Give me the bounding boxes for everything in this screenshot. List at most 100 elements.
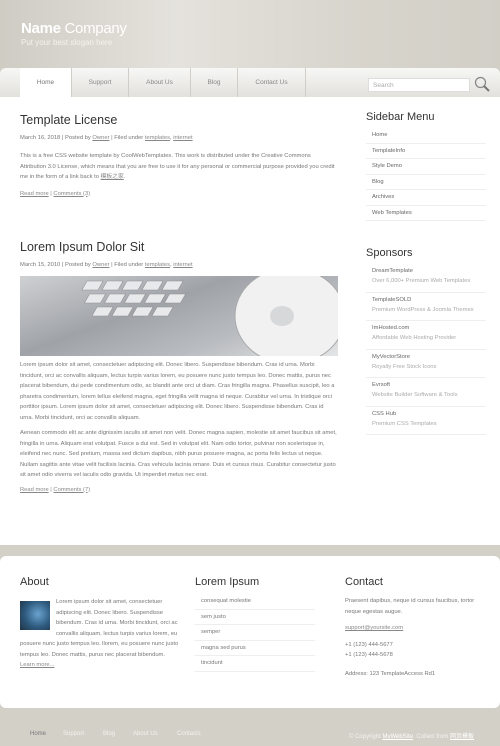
read-more-link[interactable]: Read more — [20, 487, 49, 493]
sponsor-desc: Website Builder Software & Tools — [372, 392, 458, 398]
post-meta: March 16, 2018 | Posted by Owner | Filed… — [20, 135, 193, 141]
category-link[interactable]: internet — [173, 135, 192, 141]
about-widget: About Lorem ipsum dolor sit amet, consec… — [20, 576, 180, 671]
lorem-list-item[interactable]: semper — [195, 625, 315, 641]
sponsor-desc: Royalty Free Stock Icons — [372, 363, 437, 370]
category-link[interactable]: internet — [173, 262, 192, 268]
contact-phone: +1 (123) 444-5677 — [345, 641, 393, 648]
slogan: Put your best slogan here — [21, 38, 113, 47]
learn-more-link[interactable]: Learn more... — [20, 662, 54, 668]
post-date: March 16, 2018 — [20, 135, 61, 141]
main-nav: Home Support About Us Blog Contact Us Se… — [0, 68, 500, 97]
site-link[interactable]: MyWebSite — [382, 734, 413, 740]
lorem-list-item[interactable]: magna sed purus — [195, 641, 315, 656]
post-meta: March 15, 2010 | Posted by Owner | Filed… — [20, 262, 193, 268]
lorem-title: Lorem Ipsum — [195, 576, 260, 588]
logo-bold: Name — [21, 20, 61, 37]
nav-home[interactable]: Home — [20, 68, 72, 97]
comments-link[interactable]: Comments (3) — [53, 191, 90, 197]
sponsor-desc: Affordable Web Hosting Provider — [372, 335, 457, 341]
comments-link[interactable]: Comments (7) — [53, 487, 90, 493]
sponsor-desc: Premium WordPress & Joomla Themes — [372, 306, 474, 313]
post-paragraph: Aenean commodo elit ac ante dignissim ia… — [20, 430, 337, 478]
post-body: This is a free CSS website template by C… — [20, 151, 338, 183]
contact-address: Address: 123 TemplateAccess Rd1 — [345, 670, 436, 677]
content-area: Template License March 16, 2018 | Posted… — [0, 97, 500, 545]
author-link[interactable]: Owner — [92, 262, 109, 268]
post-date: March 15, 2010 — [20, 262, 61, 268]
sidebar-item-web-templates[interactable]: Web Templates — [366, 206, 486, 221]
sponsor-desc: Over 6,000+ Premium Web Templates — [372, 278, 471, 284]
lorem-list-item[interactable]: tincidunt — [195, 656, 315, 672]
author-link[interactable]: Owner — [92, 135, 109, 141]
search-input[interactable]: Search — [368, 78, 470, 92]
credit-link[interactable]: 模板之家 — [101, 174, 124, 180]
logo[interactable]: Name Company — [21, 20, 127, 37]
lorem-ipsum-widget: Lorem Ipsum consequat molestie sem justo… — [195, 576, 315, 672]
filed-under-label: Filed under — [114, 135, 144, 141]
lorem-list-item[interactable]: consequat molestie — [195, 594, 315, 610]
post-title[interactable]: Template License — [20, 113, 338, 127]
sidebar-item-home[interactable]: Home — [366, 128, 486, 144]
contact-email-link[interactable]: support@yoursite.com — [345, 625, 403, 631]
footer-nav-home[interactable]: Home — [30, 731, 46, 737]
lorem-list-item[interactable]: sem justo — [195, 610, 315, 625]
about-avatar — [20, 601, 50, 630]
nav-blog[interactable]: Blog — [191, 68, 238, 97]
sponsor-name[interactable]: CSS Hub — [372, 411, 480, 417]
about-text: Lorem ipsum dolor sit amet, consectetuer… — [20, 597, 180, 671]
footer-nav-contacts[interactable]: Contacts — [177, 731, 201, 737]
logo-rest: Company — [60, 20, 127, 37]
about-title: About — [20, 576, 49, 588]
post-paragraph: Lorem ipsum dolor sit amet, consectetuer… — [20, 362, 335, 421]
footer-nav-blog[interactable]: Blog — [103, 731, 115, 737]
sidebar-item-blog[interactable]: Blog — [366, 175, 486, 190]
copyright: © Copyright MyWebSite. Collect from 网页模板 — [349, 731, 474, 740]
collect-link[interactable]: 网页模板 — [450, 734, 474, 740]
post-lorem-ipsum: Lorem Ipsum Dolor Sit March 15, 2010 | P… — [20, 240, 338, 493]
contact-text: Praesent dapibus, neque id cursus faucib… — [345, 598, 475, 615]
post-text: This is a free CSS website template by C… — [20, 153, 335, 180]
read-more-link[interactable]: Read more — [20, 191, 49, 197]
sponsor-desc: Premium CSS Templates — [372, 420, 437, 427]
footer-nav-support[interactable]: Support — [63, 731, 84, 737]
sidebar: Sidebar Menu Home TemplateInfo Style Dem… — [366, 111, 486, 435]
posted-by-label: Posted by — [65, 135, 91, 141]
sidebar-menu-title: Sidebar Menu — [366, 111, 435, 123]
sidebar-item-templateinfo[interactable]: TemplateInfo — [366, 144, 486, 159]
sponsor-item[interactable]: MyVectorStore Royalty Free Stock Icons — [366, 350, 486, 378]
sidebar-item-archives[interactable]: Archives — [366, 190, 486, 206]
copyright-label: © Copyright — [349, 734, 381, 740]
category-link[interactable]: templates — [145, 262, 170, 268]
sponsor-item[interactable]: DreamTemplate Over 6,000+ Premium Web Tem… — [366, 264, 486, 293]
footer-bar: Home Support Blog About Us Contacts © Co… — [0, 708, 500, 746]
post-template-license: Template License March 16, 2018 | Posted… — [20, 113, 338, 197]
sidebar-item-style-demo[interactable]: Style Demo — [366, 159, 486, 175]
category-link[interactable]: templates — [145, 135, 170, 141]
post-title[interactable]: Lorem Ipsum Dolor Sit — [20, 240, 338, 254]
sponsor-item[interactable]: TemplateSOLD Premium WordPress & Joomla T… — [366, 293, 486, 321]
nav-about-us[interactable]: About Us — [129, 68, 191, 97]
post-links: Read more | Comments (3) — [20, 190, 91, 197]
posted-by-label: Posted by — [65, 262, 91, 268]
sponsor-name[interactable]: TemplateSOLD — [372, 297, 480, 303]
nav-contact-us[interactable]: Contact Us — [238, 68, 306, 97]
sponsor-name[interactable]: DreamTemplate — [372, 268, 480, 274]
sponsor-item[interactable]: ImHosted.com Affordable Web Hosting Provi… — [366, 321, 486, 350]
search-icon[interactable] — [474, 76, 490, 92]
nav-support[interactable]: Support — [72, 68, 129, 97]
sponsors-title: Sponsors — [366, 247, 413, 259]
contact-phone: +1 (123) 444-5678 — [345, 652, 393, 658]
sponsor-name[interactable]: MyVectorStore — [372, 354, 480, 360]
footer-widgets: About Lorem ipsum dolor sit amet, consec… — [0, 556, 500, 708]
laptop-keyboard-illustration — [81, 276, 338, 356]
sponsor-name[interactable]: ImHosted.com — [372, 325, 480, 331]
post-links: Read more | Comments (7) — [20, 486, 91, 493]
footer-nav-about-us[interactable]: About Us — [133, 731, 158, 737]
sponsor-item[interactable]: CSS Hub Premium CSS Templates — [366, 407, 486, 435]
post-image-laptop — [20, 276, 338, 356]
header: Name Company Put your best slogan here — [0, 0, 500, 68]
sponsor-name[interactable]: Evrsoft — [372, 382, 480, 388]
post-body: Lorem ipsum dolor sit amet, consectetuer… — [20, 360, 338, 481]
sponsor-item[interactable]: Evrsoft Website Builder Software & Tools — [366, 378, 486, 407]
